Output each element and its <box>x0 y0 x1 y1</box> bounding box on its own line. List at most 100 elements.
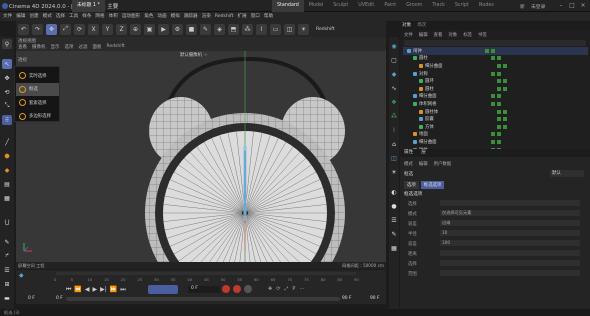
popup-item-0[interactable]: 实时选择 <box>16 69 59 82</box>
object-menu-0[interactable]: 文件 <box>404 32 413 40</box>
render-check-icon[interactable] <box>503 86 507 91</box>
start-frame[interactable]: 0 F <box>28 296 35 301</box>
object-row[interactable]: 圆柱 <box>403 55 588 63</box>
menu-item-7[interactable]: 网格 <box>95 12 104 21</box>
cube-object-icon[interactable]: ◆ <box>389 69 399 79</box>
scene-icon[interactable]: ⌂ <box>389 139 399 149</box>
popup-item-3[interactable]: 多边形选择 <box>16 110 59 123</box>
tab-layout-3[interactable]: UVEdit <box>353 0 379 12</box>
menu-item-8[interactable]: 体积 <box>109 12 118 21</box>
minimize-icon[interactable]: – <box>556 1 566 11</box>
zoom-icon[interactable]: ⚲ <box>2 39 12 49</box>
menu-item-4[interactable]: 选择 <box>56 12 65 21</box>
pen-icon[interactable]: ✎ <box>200 23 211 35</box>
range-slider[interactable] <box>66 297 340 301</box>
attr-value-3[interactable]: 10 <box>440 230 580 236</box>
tab-layout-5[interactable]: Groom <box>401 0 427 12</box>
redshift-field[interactable]: Redshift <box>316 27 335 32</box>
texture-mode-icon[interactable]: ▤ <box>2 179 12 189</box>
object-row[interactable]: 方体 <box>403 123 588 131</box>
tab-layout-4[interactable]: Paint <box>379 0 401 12</box>
edges-mode-icon[interactable]: ╱ <box>2 137 12 147</box>
viewport-menu-0[interactable]: 查看 <box>18 44 27 50</box>
scale-icon[interactable]: ⤡ <box>2 101 12 111</box>
deformer-icon[interactable]: ⌇ <box>256 23 267 35</box>
menu-item-16[interactable]: 扩展 <box>237 12 246 21</box>
undo-icon[interactable]: ↶ <box>18 23 29 35</box>
extrude-icon[interactable]: ⬒ <box>228 23 239 35</box>
redo-icon[interactable]: ↷ <box>32 23 43 35</box>
new-doc-label[interactable]: 新 <box>520 3 525 10</box>
last-frame-icon[interactable]: ⏭ <box>120 286 125 294</box>
mograph-icon[interactable]: ⁂ <box>389 111 399 121</box>
object-tab-0[interactable]: 对象 <box>402 21 411 30</box>
maximize-icon[interactable]: □ <box>567 1 577 11</box>
attr-value-2[interactable]: 边缘 <box>440 220 580 226</box>
menu-item-12[interactable]: 模拟 <box>171 12 180 21</box>
visibility-check-icon[interactable] <box>497 79 501 84</box>
popup-item-1[interactable]: 框选 <box>16 82 59 96</box>
visibility-check-icon[interactable] <box>491 71 495 76</box>
tab-layout-1[interactable]: Model <box>304 0 328 12</box>
menu-item-18[interactable]: 帮助 <box>264 12 273 21</box>
light-icon[interactable]: ☀ <box>298 23 309 35</box>
menu-item-0[interactable]: 文件 <box>3 12 12 21</box>
render-icon[interactable]: ▶ <box>158 23 169 35</box>
subdivision-icon[interactable]: ◈ <box>214 23 225 35</box>
attr-value-6[interactable] <box>440 260 580 266</box>
object-row[interactable]: 圆环 <box>403 77 588 85</box>
scale-key-icon[interactable]: ⤢ <box>284 286 288 292</box>
object-menu-3[interactable]: 对象 <box>448 32 457 40</box>
visibility-check-icon[interactable] <box>497 109 501 114</box>
render-check-icon[interactable] <box>503 79 507 84</box>
visibility-check-icon[interactable] <box>491 94 495 99</box>
render-check-icon[interactable] <box>503 124 507 129</box>
visibility-check-icon[interactable] <box>491 139 495 144</box>
popup-item-2[interactable]: 套索选择 <box>16 96 59 109</box>
cube-icon[interactable]: ■ <box>186 23 197 35</box>
close-icon[interactable]: × <box>578 1 588 11</box>
object-menu-5[interactable]: 书签 <box>478 32 487 40</box>
axis-z-icon[interactable]: Z <box>116 23 127 35</box>
menu-item-13[interactable]: 跟踪器 <box>184 12 198 21</box>
param-key-icon[interactable]: P <box>292 286 295 292</box>
layer-manager-icon[interactable]: ☰ <box>389 215 399 225</box>
object-tab-1[interactable]: 场次 <box>417 21 426 30</box>
knife-icon[interactable]: ⌿ <box>2 251 12 261</box>
object-row[interactable]: 细分曲面 <box>403 93 588 101</box>
menu-item-15[interactable]: Redshift <box>215 12 234 21</box>
viewport-menu-1[interactable]: 摄像机 <box>32 44 46 50</box>
render-check-icon[interactable] <box>497 101 501 106</box>
cloner-icon[interactable]: ⁂ <box>242 23 253 35</box>
first-frame-icon[interactable]: ⏮ <box>66 286 71 294</box>
next-key-icon[interactable]: ⏩ <box>110 286 117 294</box>
attr-subtab-1[interactable]: 框选选项 <box>420 181 445 189</box>
attr-value-4[interactable]: 100 <box>440 240 580 246</box>
end-frame[interactable]: 90 F <box>370 296 380 301</box>
current-frame-field[interactable]: 0 F <box>188 286 220 293</box>
object-row[interactable]: 圆柱体 <box>403 108 588 116</box>
render-check-icon[interactable] <box>503 117 507 122</box>
material-icon[interactable]: ● <box>389 201 399 211</box>
object-row[interactable]: 闹钟 <box>403 47 588 55</box>
workplane-icon[interactable]: ▬ <box>2 293 12 303</box>
prev-frame-icon[interactable]: ◀ <box>85 286 90 294</box>
attribute-icon[interactable]: ✎ <box>389 229 399 239</box>
move-tool-icon[interactable]: ✥ <box>46 23 57 35</box>
structure-icon[interactable]: ▦ <box>389 243 399 253</box>
tab-layout-2[interactable]: Sculpt <box>328 0 353 12</box>
attr-mode-select[interactable]: 默认 <box>550 170 584 177</box>
timeline-ruler[interactable] <box>56 272 356 275</box>
tab-layout-6[interactable]: Track <box>427 0 450 12</box>
menu-item-1[interactable]: 编辑 <box>16 12 25 21</box>
snap-icon[interactable]: ⊞ <box>2 279 12 289</box>
rotate-key-icon[interactable]: ⟳ <box>276 286 280 292</box>
pla-key-icon[interactable]: ⋯ <box>299 286 304 292</box>
next-frame-icon[interactable]: ▶| <box>100 286 107 294</box>
render-check-icon[interactable] <box>497 71 501 76</box>
prev-key-icon[interactable]: ⏪ <box>74 286 81 294</box>
record-icon[interactable] <box>222 285 230 293</box>
move-icon[interactable]: ✥ <box>2 73 12 83</box>
uv-mode-icon[interactable]: ▦ <box>2 193 12 203</box>
loop-toggle[interactable] <box>148 285 178 294</box>
